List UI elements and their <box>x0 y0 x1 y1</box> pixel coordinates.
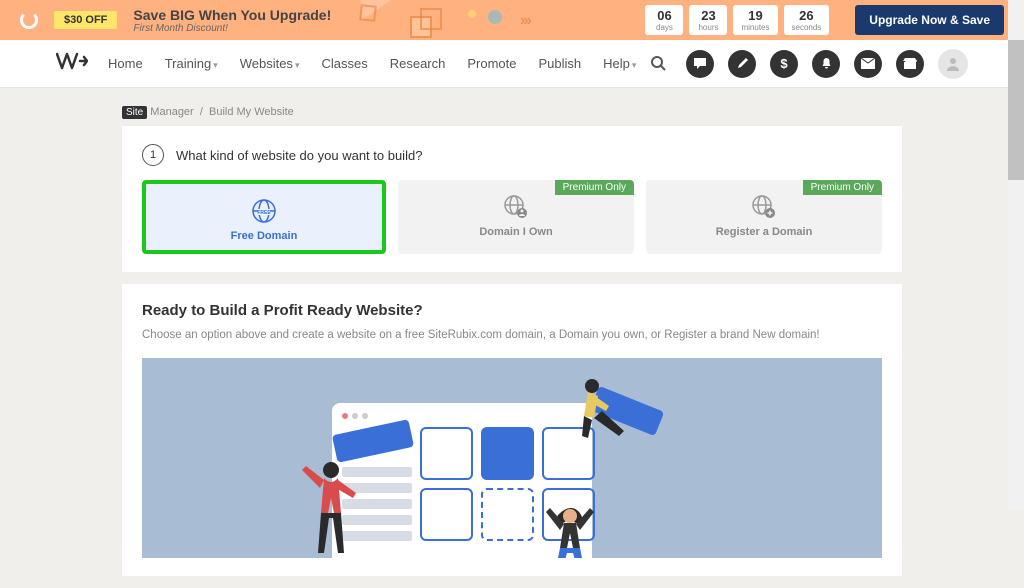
breadcrumb-seg: Build My Website <box>209 106 294 118</box>
option-label: Free Domain <box>154 230 374 242</box>
chevron-down-icon: ▾ <box>295 60 300 70</box>
nav-training[interactable]: Training▾ <box>165 56 218 71</box>
breadcrumb-tag: Site <box>122 106 147 119</box>
nav-publish[interactable]: Publish <box>539 56 582 71</box>
chevron-down-icon: ▾ <box>632 60 637 70</box>
promo-banner: $30 OFF Save BIG When You Upgrade! First… <box>0 0 1024 40</box>
globe-user-icon <box>406 192 626 222</box>
upgrade-button[interactable]: Upgrade Now & Save <box>855 5 1004 35</box>
illustration-person <box>296 458 366 558</box>
nav-promote[interactable]: Promote <box>467 56 516 71</box>
nav-label: Help <box>603 56 630 71</box>
nav-classes[interactable]: Classes <box>321 56 367 71</box>
step-panel: 1 What kind of website do you want to bu… <box>122 126 902 272</box>
logo[interactable] <box>56 52 88 76</box>
promo-subline: First Month Discount! <box>133 23 331 34</box>
illustration-person <box>542 498 602 558</box>
nav-label: Promote <box>467 56 516 71</box>
bell-icon[interactable] <box>812 50 840 78</box>
chat-icon[interactable] <box>686 50 714 78</box>
countdown-num: 23 <box>697 8 719 23</box>
premium-badge: Premium Only <box>803 180 882 195</box>
nav-help[interactable]: Help▾ <box>603 56 636 71</box>
search-icon[interactable] <box>644 50 672 78</box>
pencil-icon[interactable] <box>728 50 756 78</box>
nav-label: Classes <box>321 56 367 71</box>
nav-label: Research <box>390 56 446 71</box>
mail-icon[interactable] <box>854 50 882 78</box>
countdown-hours: 23 hours <box>689 5 727 35</box>
countdown-label: seconds <box>792 23 822 32</box>
countdown-label: minutes <box>741 23 769 32</box>
ready-title: Ready to Build a Profit Ready Website? <box>142 302 882 319</box>
countdown-num: 06 <box>653 8 675 23</box>
square-deco-icon <box>420 8 442 30</box>
svg-text:FREE: FREE <box>257 210 271 216</box>
arrows-deco-icon: ››› <box>520 12 530 30</box>
nav-label: Publish <box>539 56 582 71</box>
option-register-domain[interactable]: Premium Only Register a Domain <box>646 180 882 254</box>
option-free-domain[interactable]: FREE Free Domain <box>142 180 386 254</box>
dot-deco-icon <box>488 10 502 24</box>
countdown-num: 26 <box>792 8 822 23</box>
loading-spinner-icon <box>20 11 38 29</box>
avatar[interactable] <box>938 49 968 79</box>
step-title: What kind of website do you want to buil… <box>176 148 422 163</box>
ready-desc: Choose an option above and create a webs… <box>142 327 882 344</box>
countdown-minutes: 19 minutes <box>733 5 777 35</box>
main-content: Site Manager / Build My Website 1 What k… <box>122 88 902 576</box>
option-label: Domain I Own <box>406 226 626 238</box>
scrollbar[interactable] <box>1008 0 1024 510</box>
step-header: 1 What kind of website do you want to bu… <box>142 144 882 166</box>
illustration <box>142 358 882 558</box>
countdown-num: 19 <box>741 8 769 23</box>
nav-icons: $ <box>644 49 968 79</box>
option-domain-i-own[interactable]: Premium Only Domain I Own <box>398 180 634 254</box>
nav-research[interactable]: Research <box>390 56 446 71</box>
countdown-label: days <box>653 23 675 32</box>
premium-badge: Premium Only <box>555 180 634 195</box>
store-icon[interactable] <box>896 50 924 78</box>
countdown: 06 days 23 hours 19 minutes 26 seconds <box>645 5 829 35</box>
main-nav: Home Training▾ Websites▾ Classes Researc… <box>0 40 1024 88</box>
step-number: 1 <box>142 144 164 166</box>
nav-home[interactable]: Home <box>108 56 143 71</box>
scrollbar-thumb[interactable] <box>1008 40 1024 180</box>
promo-headline: Save BIG When You Upgrade! <box>133 7 331 23</box>
countdown-days: 06 days <box>645 5 683 35</box>
discount-tag: $30 OFF <box>54 11 117 29</box>
globe-free-icon: FREE <box>154 196 374 226</box>
chevron-down-icon: ▾ <box>213 60 218 70</box>
breadcrumb: Site Manager / Build My Website <box>122 98 902 126</box>
square-deco-icon <box>359 4 377 22</box>
ready-panel: Ready to Build a Profit Ready Website? C… <box>122 284 902 576</box>
option-label: Register a Domain <box>654 226 874 238</box>
nav-label: Home <box>108 56 143 71</box>
countdown-seconds: 26 seconds <box>784 5 830 35</box>
dollar-icon[interactable]: $ <box>770 50 798 78</box>
option-row: FREE Free Domain Premium Only Domain I O… <box>142 180 882 254</box>
illustration-person <box>574 376 644 456</box>
countdown-label: hours <box>697 23 719 32</box>
nav-label: Websites <box>240 56 293 71</box>
nav-label: Training <box>165 56 211 71</box>
globe-plus-icon <box>654 192 874 222</box>
dot-deco-icon <box>468 10 476 18</box>
nav-links: Home Training▾ Websites▾ Classes Researc… <box>108 56 636 71</box>
promo-text: Save BIG When You Upgrade! First Month D… <box>133 7 331 34</box>
breadcrumb-seg[interactable]: Manager <box>150 106 193 118</box>
nav-websites[interactable]: Websites▾ <box>240 56 300 71</box>
